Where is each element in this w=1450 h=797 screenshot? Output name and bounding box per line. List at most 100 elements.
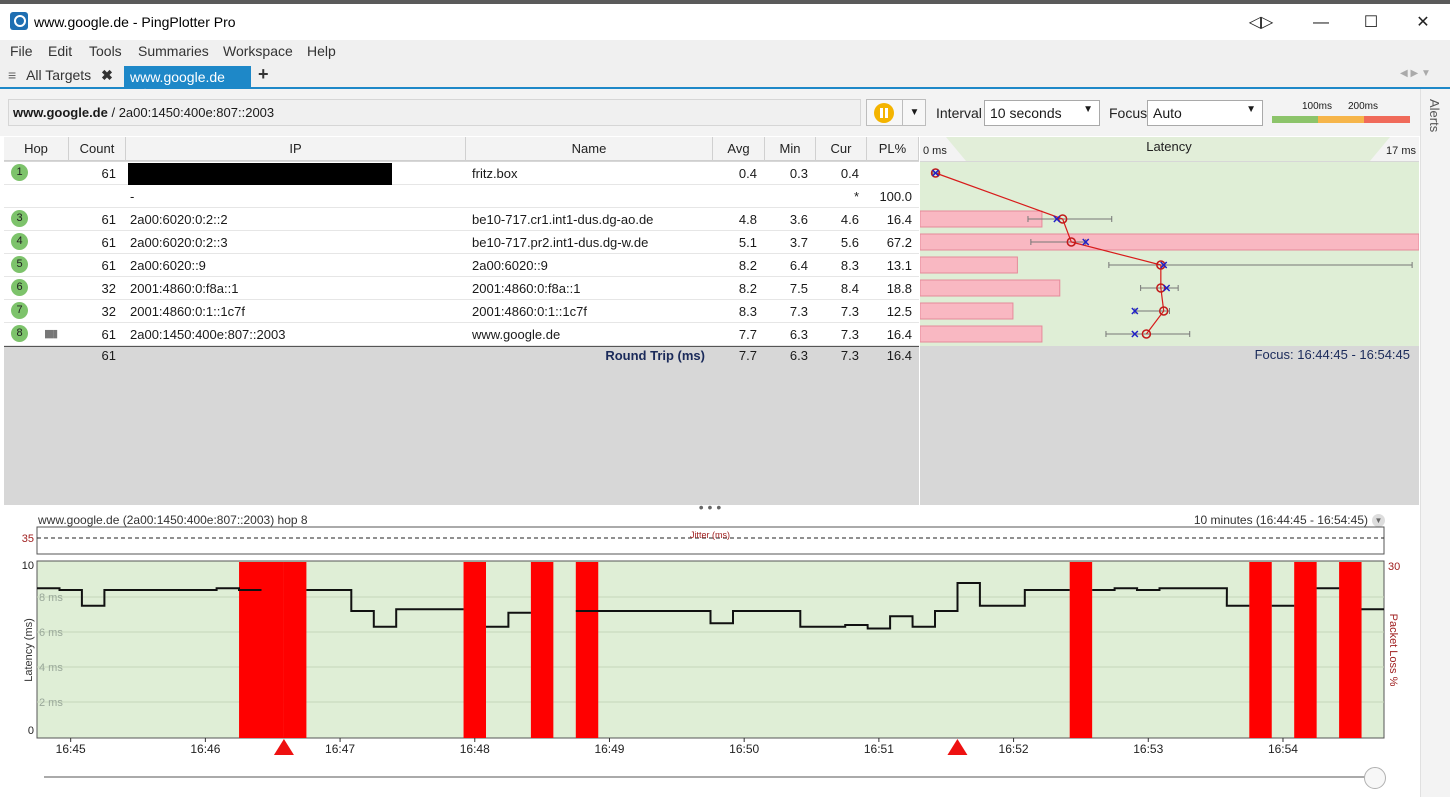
pause-icon [874,103,894,123]
menu-help[interactable]: Help [307,43,336,59]
table-row[interactable]: 6 32 2001:4860:0:f8a::1 2001:4860:0:f8a::1 8… [4,277,919,300]
maximize-button[interactable]: ☐ [1348,10,1394,36]
x-tick-label: 16:45 [56,742,86,756]
hop-number-badge: 7 [11,302,28,319]
cell-name: 2001:4860:0:f8a::1 [472,281,581,296]
cell-name: 2a00:6020::9 [472,258,548,273]
cell-min: 0.3 [789,166,808,181]
interval-select[interactable]: 10 seconds ▼ [984,100,1100,126]
close-tab-icon[interactable]: ✖ [101,67,113,83]
menu-tools[interactable]: Tools [89,43,122,59]
table-row[interactable]: 5 61 2a00:6020::9 2a00:6020::9 8.2 6.4 8.3 13.1 [4,254,919,277]
table-row[interactable]: 3 61 2a00:6020:0:2::2 be10-717.cr1.int1-dus… [4,208,919,231]
col-count[interactable]: Count [69,137,126,161]
cell-name: 2001:4860:0:1::1c7f [472,304,587,319]
cell-avg [713,185,757,208]
col-pl[interactable]: PL% [867,137,919,161]
latency-header-label: Latency [1146,139,1192,154]
table-row[interactable]: 1 61 fritz.box 0.4 0.3 0.4 [4,162,919,185]
col-name[interactable]: Name [466,137,713,161]
snap-layout-icon[interactable]: ◁▷ [1238,10,1284,36]
packet-loss-bar [919,210,1043,228]
packet-loss-bar [261,562,284,738]
cell-cur: 8.4 [840,281,859,296]
cell-cur: 8.3 [840,258,859,273]
table-row[interactable]: - * 100.0 [4,185,919,208]
pingplotter-app-icon [10,12,28,30]
hop-number-badge: 6 [11,279,28,296]
menu-edit[interactable]: Edit [48,43,72,59]
add-tab-icon[interactable]: + [258,64,269,85]
cell-name: www.google.de [472,327,561,342]
alerts-sidebar[interactable]: Alerts [1420,89,1450,797]
timeline-slider-track[interactable] [44,776,1378,778]
pause-button[interactable]: ▼ [866,99,926,126]
packet-loss-bar [463,562,486,738]
tab-all-targets[interactable]: ≡ All Targets ✖ [8,67,113,89]
table-row[interactable]: 8 ▮▮▮ 61 2a00:1450:400e:807::2003 www.google… [4,323,919,346]
packet-loss-bar [919,302,1014,320]
focus-select[interactable]: Auto ▼ [1147,100,1263,126]
cell-cur: 7.3 [840,304,859,319]
tab-target-label: www.google.de [130,69,225,85]
cell-pl: 16.4 [886,212,912,227]
scale-100ms-label: 100ms [1302,101,1333,112]
timeline-slider-thumb[interactable] [1364,767,1386,789]
packet-loss-bar [919,325,1043,343]
x-tick-label: 16:53 [1133,742,1163,756]
cell-avg: 0.4 [738,166,757,181]
close-window-button[interactable]: ✕ [1400,10,1446,36]
pause-dropdown-icon[interactable]: ▼ [902,100,926,125]
x-tick-label: 16:51 [864,742,894,756]
table-row[interactable]: 4 61 2a00:6020:0:2::3 be10-717.pr2.int1-dus… [4,231,919,254]
packet-loss-bar [530,562,554,738]
cell-avg: 8.2 [738,281,757,296]
col-hop[interactable]: Hop [4,137,69,161]
col-cur[interactable]: Cur [816,137,867,161]
menu-file[interactable]: File [10,43,33,59]
cell-count: 32 [101,304,116,319]
hop-number-badge: 5 [11,256,28,273]
col-avg[interactable]: Avg [713,137,765,161]
y-tick-label: 4 ms [39,662,63,674]
y-axis-label: Latency (ms) [23,618,35,682]
cell-count: 61 [101,235,116,250]
latency-max-label: 17 ms [1386,145,1416,157]
packet-loss-bar [1339,562,1362,738]
y-max-label: 10 [22,560,34,572]
cell-ip: 2a00:6020::9 [130,258,206,273]
packet-loss-bar [575,562,599,738]
tab-scroll-arrows-icon[interactable]: ◀ ▶ ▼ [1400,68,1431,79]
cell-avg: 5.1 [738,235,757,250]
title-bar: www.google.de - PingPlotter Pro ◁▷ — ☐ ✕ [0,0,1450,40]
col-min[interactable]: Min [765,137,816,161]
hop-number-badge: 8 [11,325,28,342]
cell-min: 6.4 [789,258,808,273]
packet-loss-bar [1294,562,1317,738]
cell-pl: 18.8 [886,281,912,296]
cell-min: 7.3 [789,304,808,319]
menu-workspace[interactable]: Workspace [223,43,293,59]
cell-name [472,185,707,208]
interval-label: Interval [936,105,982,121]
cell-count: 32 [101,281,116,296]
minimize-button[interactable]: — [1298,10,1344,36]
cell-cur: 4.6 [840,212,859,227]
table-row[interactable]: 7 32 2001:4860:0:1::1c7f 2001:4860:0:1::1c7… [4,300,919,323]
tab-target[interactable]: www.google.de ✔ [124,66,251,101]
hop-table: Hop Count IP Name Avg Min Cur PL% 1 61 fri… [4,137,919,505]
bar-chart-icon[interactable]: ▮▮▮ [44,323,58,346]
timeline-panel: www.google.de (2a00:1450:400e:807::2003)… [0,510,1420,797]
x-tick-label: 16:47 [325,742,355,756]
menu-summaries[interactable]: Summaries [138,43,209,59]
cell-ip: 2a00:1450:400e:807::2003 [130,327,286,342]
cell-avg: 7.7 [738,327,757,342]
packet-loss-bar [1069,562,1093,738]
cell-avg: 4.8 [738,212,757,227]
cell-min [765,185,808,208]
list-icon: ≡ [8,67,17,83]
latency-graph: 0 ms Latency 17 ms Focus: 16:44:45 - 16:… [919,137,1420,362]
cell-pl [867,162,912,185]
col-ip[interactable]: IP [126,137,466,161]
focus-value: Auto [1153,105,1182,121]
